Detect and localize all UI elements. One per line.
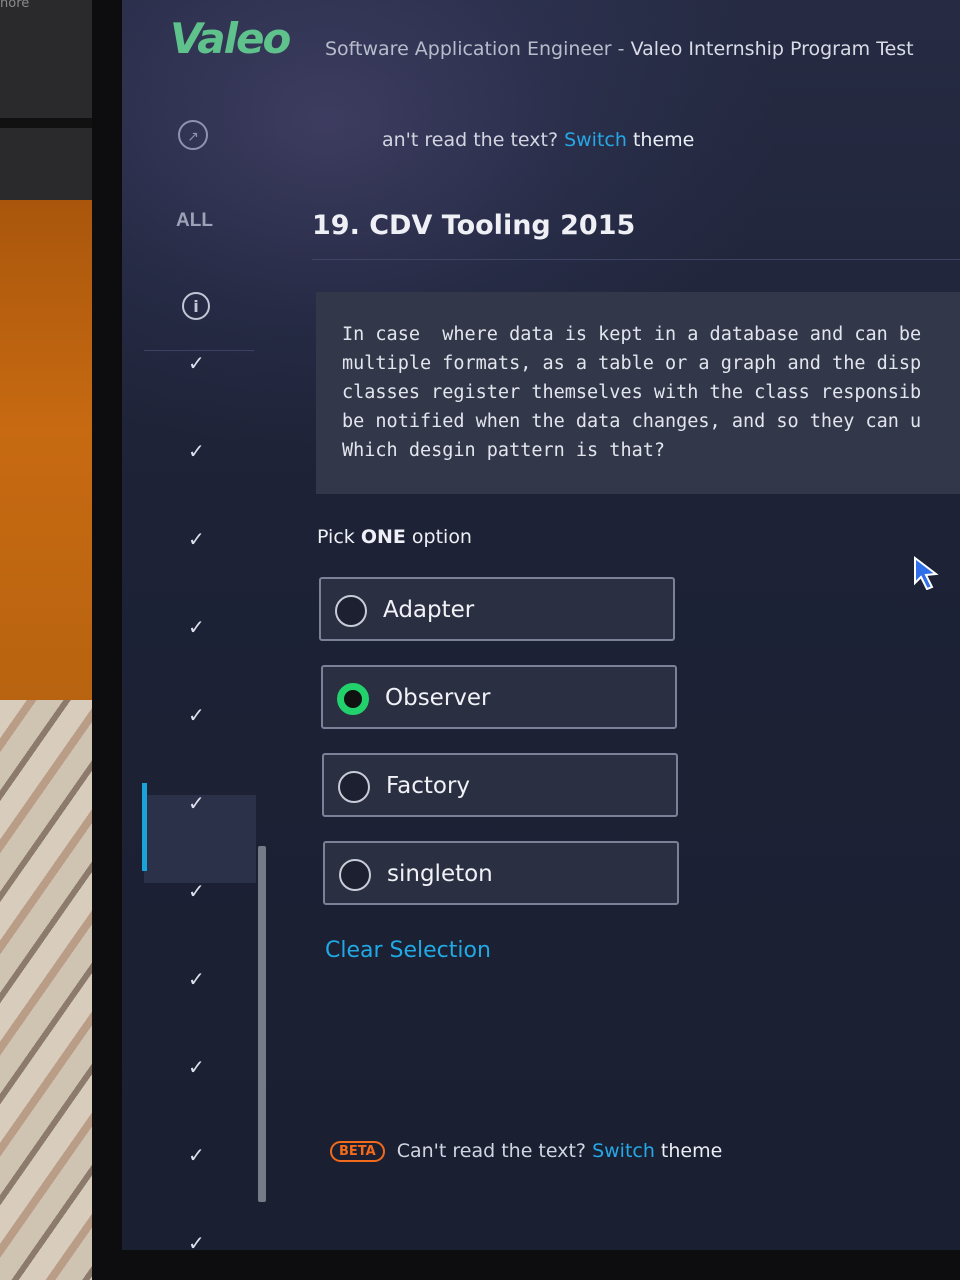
background-bar bbox=[0, 118, 96, 128]
valeo-logo: Valeo bbox=[170, 14, 291, 63]
background-monitor: nore bbox=[0, 0, 100, 200]
theme-notice-text: Can't read the text? bbox=[396, 1140, 593, 1162]
option-singleton[interactable]: singleton bbox=[323, 841, 679, 905]
theme-notice-bottom: BETA Can't read the text? Switch theme bbox=[330, 1140, 722, 1162]
test-title-main: Valeo Internship Program Test bbox=[630, 38, 914, 60]
background-wall bbox=[0, 200, 100, 710]
option-observer[interactable]: Observer bbox=[321, 665, 677, 729]
option-label: Factory bbox=[386, 773, 471, 799]
question-nav-item[interactable]: ✓ bbox=[144, 439, 256, 531]
switch-theme-link[interactable]: Switch bbox=[592, 1140, 655, 1162]
check-icon: ✓ bbox=[188, 1055, 205, 1079]
check-icon: ✓ bbox=[188, 967, 205, 991]
clear-selection-link[interactable]: Clear Selection bbox=[325, 938, 491, 963]
check-icon: ✓ bbox=[188, 1231, 205, 1250]
theme-notice-text: an't read the text? bbox=[382, 129, 565, 151]
check-icon: ✓ bbox=[188, 791, 205, 815]
theme-notice-suffix: theme bbox=[626, 129, 695, 151]
question-nav-item[interactable]: ✓ bbox=[144, 351, 256, 443]
check-icon: ✓ bbox=[188, 527, 205, 551]
question-body-text: In case where data is kept in a database… bbox=[342, 324, 922, 461]
test-title: Software Application Engineer - Valeo In… bbox=[325, 38, 914, 60]
background-text: nore bbox=[0, 0, 30, 11]
check-icon: ✓ bbox=[188, 1143, 205, 1167]
question-nav-item[interactable]: ✓ bbox=[144, 1143, 256, 1235]
check-icon: ✓ bbox=[188, 615, 205, 639]
question-nav-item[interactable]: ✓ bbox=[144, 879, 256, 971]
radio-button[interactable] bbox=[339, 859, 371, 891]
option-label: singleton bbox=[387, 861, 493, 887]
arrow-circle-icon[interactable]: ↗ bbox=[178, 120, 208, 150]
pick-prefix: Pick bbox=[317, 526, 361, 548]
check-icon: ✓ bbox=[188, 439, 205, 463]
sidebar-all-filter[interactable]: ALL bbox=[176, 210, 213, 232]
title-divider bbox=[312, 259, 960, 260]
sidebar-scrollbar[interactable] bbox=[258, 846, 266, 1202]
check-icon: ✓ bbox=[188, 351, 205, 375]
check-icon: ✓ bbox=[188, 703, 205, 727]
theme-notice-suffix: theme bbox=[654, 1140, 723, 1162]
question-nav-item-active[interactable]: ✓ bbox=[142, 783, 256, 883]
option-adapter[interactable]: Adapter bbox=[319, 577, 675, 641]
option-label: Observer bbox=[385, 685, 491, 711]
question-nav-item[interactable]: ✓ bbox=[144, 967, 256, 1059]
question-nav-item[interactable]: ✓ bbox=[144, 703, 256, 795]
radio-button-selected[interactable] bbox=[337, 683, 369, 715]
option-factory[interactable]: Factory bbox=[322, 753, 678, 817]
app-screen: Valeo Software Application Engineer - Va… bbox=[122, 0, 960, 1250]
radio-button[interactable] bbox=[338, 771, 370, 803]
question-nav-item[interactable]: ✓ bbox=[144, 1055, 256, 1147]
mouse-cursor-icon bbox=[914, 556, 939, 590]
check-icon: ✓ bbox=[188, 879, 205, 903]
beta-badge: BETA bbox=[330, 1141, 385, 1162]
test-title-prefix: Software Application Engineer - bbox=[325, 38, 631, 60]
question-nav-list: ✓ ✓ ✓ ✓ ✓ ✓ ✓ ✓ ✓ ✓ ✓ bbox=[142, 351, 256, 1250]
question-body-box: In case where data is kept in a database… bbox=[316, 292, 960, 494]
question-sidebar: ↗ ALL i ✓ ✓ ✓ ✓ ✓ ✓ ✓ ✓ ✓ ✓ ✓ bbox=[142, 100, 256, 1250]
question-nav-item[interactable]: ✓ bbox=[144, 1231, 256, 1250]
option-label: Adapter bbox=[383, 597, 475, 623]
question-nav-item[interactable]: ✓ bbox=[144, 615, 256, 707]
pick-strong: ONE bbox=[360, 526, 406, 548]
switch-theme-link[interactable]: Switch bbox=[564, 129, 627, 151]
question-title: 19. CDV Tooling 2015 bbox=[312, 210, 636, 241]
pick-suffix: option bbox=[405, 526, 472, 548]
pick-instruction: Pick ONE option bbox=[317, 526, 472, 548]
theme-notice-top: an't read the text? Switch theme bbox=[382, 129, 694, 151]
info-icon[interactable]: i bbox=[182, 292, 210, 320]
question-nav-item[interactable]: ✓ bbox=[144, 527, 256, 619]
radio-button[interactable] bbox=[335, 595, 367, 627]
